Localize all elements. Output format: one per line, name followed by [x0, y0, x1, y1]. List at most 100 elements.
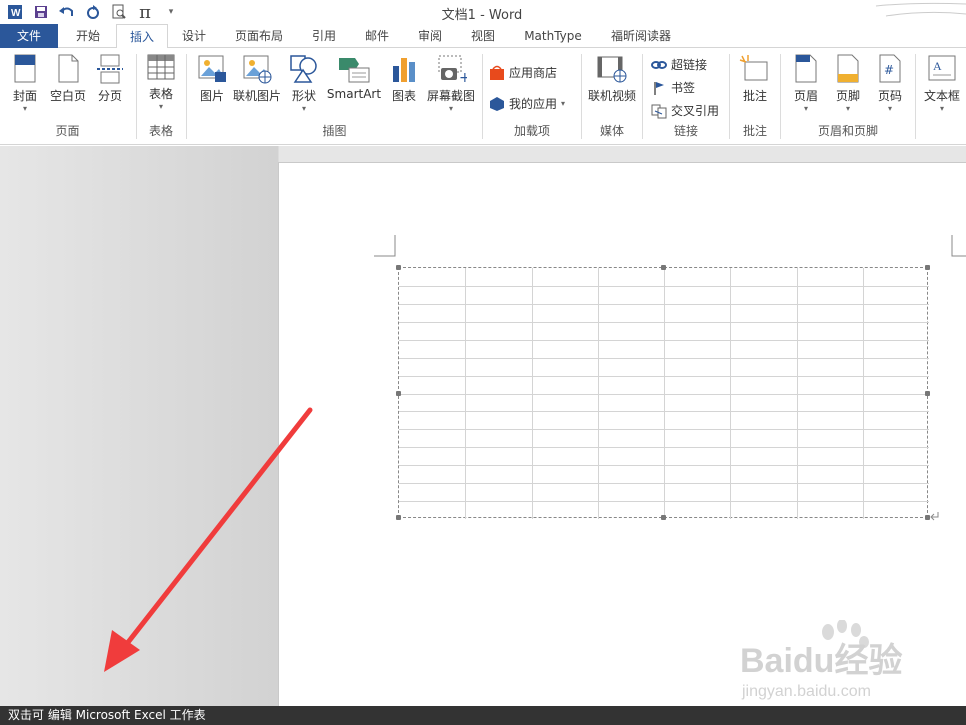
- bookmark-button[interactable]: 书签: [651, 79, 695, 96]
- chevron-down-icon: ▾: [22, 104, 27, 113]
- chevron-down-icon: ▾: [803, 104, 808, 113]
- embedded-excel-worksheet[interactable]: [396, 265, 930, 520]
- blank-page-button[interactable]: 空白页: [46, 54, 90, 104]
- text-box-button[interactable]: A 文本框 ▾: [920, 54, 964, 114]
- shapes-icon: [290, 55, 317, 83]
- tab-foxit-reader[interactable]: 福昕阅读器: [598, 24, 684, 48]
- resize-handle[interactable]: [396, 391, 401, 396]
- new-comment-button[interactable]: 批注: [736, 54, 774, 104]
- group-label-addins: 加载项: [513, 124, 550, 138]
- svg-text:A: A: [933, 59, 942, 73]
- group-label-media: 媒体: [599, 124, 624, 138]
- chevron-down-icon: ▾: [561, 99, 566, 108]
- blank-page-icon: [58, 54, 79, 83]
- chart-icon: [393, 58, 415, 82]
- picture-icon: [198, 55, 226, 82]
- cover-page-icon: [14, 54, 36, 83]
- group-label-links: 链接: [673, 124, 698, 138]
- worksheet-grid: [399, 268, 929, 519]
- svg-text:+: +: [459, 70, 467, 84]
- chevron-down-icon: ▾: [939, 104, 944, 113]
- resize-handle[interactable]: [925, 391, 930, 396]
- online-video-button[interactable]: 联机视频: [584, 54, 640, 104]
- watermark-url: jingyan.baidu.com: [741, 683, 871, 700]
- shapes-button[interactable]: 形状 ▾: [287, 54, 321, 114]
- baidu-jingyan-watermark: Baidu经验 jingyan.baidu.com: [740, 620, 902, 700]
- header-icon: [795, 54, 817, 83]
- bookmark-icon: [654, 81, 664, 95]
- table-button[interactable]: 表格 ▾: [143, 54, 179, 112]
- tab-mailings[interactable]: 邮件: [351, 24, 403, 48]
- group-label-illustrations: 插图: [322, 124, 347, 138]
- tab-design[interactable]: 设计: [168, 24, 220, 48]
- screenshot-icon: +: [438, 55, 467, 84]
- tab-view[interactable]: 视图: [457, 24, 509, 48]
- online-picture-icon: [243, 55, 272, 84]
- group-label-comments: 批注: [742, 124, 767, 138]
- window-title: 文档1 - Word: [441, 8, 523, 23]
- group-pages: 封面 ▾ 空白页 分页 页面: [0, 48, 135, 143]
- ribbon-tabs: 文件 开始 插入 设计 页面布局 引用 邮件 审阅 视图 MathType 福昕…: [0, 24, 966, 49]
- crop-mark-top-right: [951, 235, 966, 257]
- chevron-down-icon: ▾: [448, 104, 453, 113]
- cover-page-button[interactable]: 封面 ▾: [6, 54, 44, 114]
- chart-button[interactable]: 图表: [387, 54, 421, 104]
- cross-reference-button[interactable]: 交叉引用: [651, 102, 719, 119]
- group-links: 超链接 书签 交叉引用 链接: [643, 48, 729, 143]
- resize-handle[interactable]: [396, 265, 401, 270]
- table-icon: [147, 54, 175, 80]
- tab-page-layout[interactable]: 页面布局: [222, 24, 296, 48]
- group-tables: 表格 ▾ 表格: [137, 48, 185, 143]
- chevron-down-icon: ▾: [158, 102, 163, 111]
- office-store-button[interactable]: 应用商店: [489, 64, 557, 81]
- footer-icon: [837, 54, 859, 83]
- group-addins: 应用商店 我的应用 ▾ 加载项: [483, 48, 581, 143]
- tab-mathtype[interactable]: MathType: [512, 24, 594, 48]
- my-apps-icon: [490, 96, 504, 111]
- status-bar: 双击可 编辑 Microsoft Excel 工作表: [0, 706, 966, 725]
- paragraph-mark-icon: [930, 512, 939, 521]
- title-bar: W π ▾ 文档1 - Word: [0, 0, 966, 24]
- group-comments: 批注 批注: [730, 48, 780, 143]
- page-number-button[interactable]: # 页码 ▾: [871, 54, 909, 114]
- footer-button[interactable]: 页脚 ▾: [829, 54, 867, 114]
- title-decoration-icon: [875, 2, 966, 17]
- hyperlink-icon: [651, 60, 667, 69]
- my-apps-button[interactable]: 我的应用 ▾: [489, 95, 565, 112]
- pictures-button[interactable]: 图片: [195, 54, 229, 104]
- smartart-icon: [339, 58, 370, 83]
- group-header-footer: 页眉 ▾ 页脚 ▾ # 页码 ▾ 页眉和页脚: [781, 48, 915, 143]
- group-illustrations: 图片 联机图片 形状 ▾ SmartArt 图表 + 屏幕截图 ▾ 插图: [187, 48, 482, 143]
- resize-handle[interactable]: [661, 265, 666, 270]
- chevron-down-icon: ▾: [845, 104, 850, 113]
- tab-references[interactable]: 引用: [298, 24, 350, 48]
- group-label-tables: 表格: [148, 124, 173, 138]
- online-pictures-button[interactable]: 联机图片: [231, 54, 283, 104]
- comment-icon: [739, 55, 768, 81]
- resize-handle[interactable]: [925, 265, 930, 270]
- resize-handle[interactable]: [396, 515, 401, 520]
- cross-reference-icon: [651, 104, 667, 118]
- page-number-icon: #: [879, 54, 901, 83]
- tab-home[interactable]: 开始: [62, 24, 114, 48]
- ribbon: 封面 ▾ 空白页 分页 页面 表格 ▾ 表格 图片 联机图片 形状 ▾ Smar…: [0, 48, 966, 145]
- resize-handle[interactable]: [661, 515, 666, 520]
- tab-file[interactable]: 文件: [0, 24, 58, 48]
- page-break-button[interactable]: 分页: [92, 54, 128, 104]
- tab-review[interactable]: 审阅: [404, 24, 456, 48]
- tab-insert[interactable]: 插入: [116, 24, 168, 49]
- group-text: A 文本框 ▾: [916, 48, 966, 143]
- smartart-button[interactable]: SmartArt: [325, 54, 383, 101]
- store-icon: [490, 65, 504, 80]
- status-text: 双击可 编辑 Microsoft Excel 工作表: [8, 708, 206, 722]
- group-media: 联机视频 媒体: [582, 48, 642, 143]
- text-box-icon: A: [928, 55, 956, 81]
- hyperlink-button[interactable]: 超链接: [651, 56, 707, 73]
- page-break-icon: [97, 54, 123, 84]
- screenshot-button[interactable]: + 屏幕截图 ▾: [425, 54, 477, 114]
- header-button[interactable]: 页眉 ▾: [787, 54, 825, 114]
- watermark-brand: Baidu经验: [740, 641, 902, 680]
- crop-mark-top-left: [374, 235, 396, 257]
- chevron-down-icon: ▾: [301, 104, 306, 113]
- group-label-header-footer: 页眉和页脚: [817, 124, 878, 138]
